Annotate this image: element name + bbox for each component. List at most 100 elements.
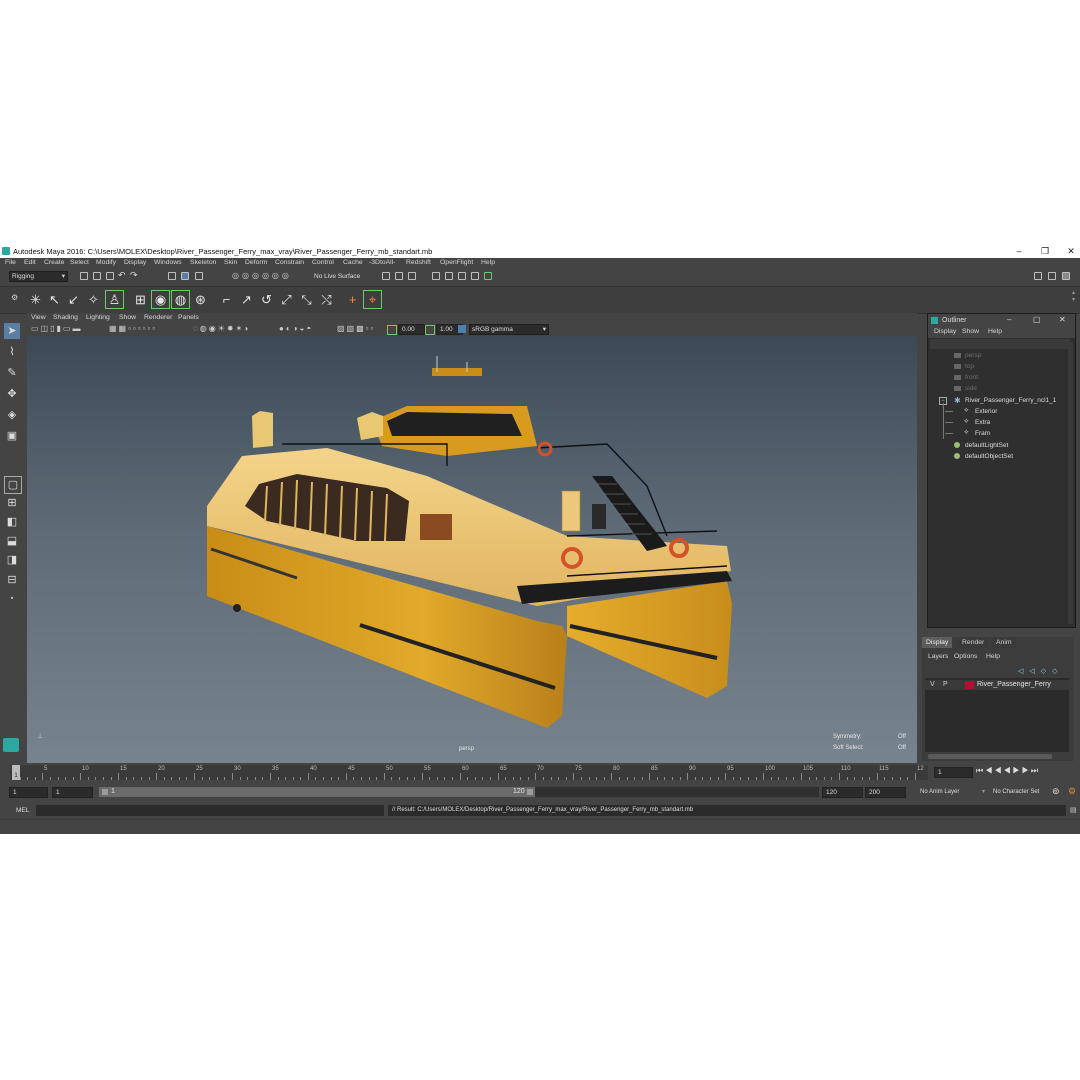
menu-edit[interactable]: Edit xyxy=(24,259,36,266)
menu-skin[interactable]: Skin xyxy=(224,259,237,266)
open-scene-icon[interactable] xyxy=(93,272,101,280)
shelf-scroll-icon[interactable]: ▴ ▾ xyxy=(1072,289,1075,303)
color-management-icon[interactable] xyxy=(458,325,466,333)
smooth-bind-icon[interactable]: ◉ xyxy=(151,290,170,309)
current-frame-marker[interactable]: 1 xyxy=(12,765,20,780)
layer-row[interactable]: V P River_Passenger_Ferry xyxy=(925,680,1069,690)
cluster-icon[interactable]: ⌖ xyxy=(363,290,382,309)
scale-constraint-icon[interactable]: ⤢ xyxy=(278,291,295,308)
outliner-menu-help[interactable]: Help xyxy=(988,328,1002,335)
time-slider[interactable]: 1510152025303540455055606570758085909510… xyxy=(10,765,928,780)
range-slider-track[interactable]: 1 120 xyxy=(99,787,819,797)
layer-menu-options[interactable]: Options xyxy=(954,653,977,660)
menu-deform[interactable]: Deform xyxy=(245,259,267,266)
menu-redshift[interactable]: Redshift xyxy=(406,259,431,266)
undo-icon[interactable]: ↶ xyxy=(118,270,126,281)
vp-menu-panels[interactable]: Panels xyxy=(178,314,199,321)
pole-vector-constraint-icon[interactable]: ⤭ xyxy=(318,291,335,308)
select-object-icon[interactable] xyxy=(181,272,189,280)
outliner-close-button[interactable]: ✕ xyxy=(1059,315,1066,324)
gear-icon[interactable]: ⚙ xyxy=(11,293,18,302)
color-space-dropdown[interactable]: sRGB gamma ▾ xyxy=(469,324,549,335)
layout-persp-graph-icon[interactable]: ⬓ xyxy=(4,533,20,549)
select-hierarchy-icon[interactable] xyxy=(168,272,176,280)
viewport-3d[interactable]: persp Symmetry: Off Soft Select: Off ⊥ xyxy=(27,336,917,763)
current-time-field[interactable]: 1 xyxy=(934,767,973,778)
vp-menu-shading[interactable]: Shading xyxy=(53,314,78,321)
rotate-tool-icon[interactable]: ◈ xyxy=(4,407,20,423)
outliner-maximize-button[interactable]: ▢ xyxy=(1033,315,1041,324)
auto-key-icon[interactable]: ⊚ xyxy=(1052,786,1060,797)
exposure-field[interactable]: 0.00 xyxy=(398,324,425,335)
outliner-menu-display[interactable]: Display xyxy=(934,328,956,335)
layout-more-icon[interactable]: ▪ xyxy=(4,591,20,607)
character-set-dropdown[interactable]: No Character Set xyxy=(993,789,1039,795)
menu-help[interactable]: Help xyxy=(481,259,495,266)
locator-icon[interactable]: + xyxy=(344,291,361,308)
layout-outliner-icon[interactable]: ⊟ xyxy=(4,572,20,588)
layer-horizontal-scrollbar[interactable] xyxy=(928,754,1052,759)
render-view-icon[interactable] xyxy=(382,272,390,280)
tool-settings-toggle-icon[interactable] xyxy=(1048,272,1056,280)
bind-skin-icon[interactable]: ⊞ xyxy=(132,291,149,308)
point-constraint-icon[interactable]: ⌐ xyxy=(218,291,235,308)
channel-box-toggle-icon[interactable] xyxy=(1062,272,1070,280)
anim-layer-dropdown[interactable]: No Anim Layer xyxy=(920,789,959,795)
menu-constrain[interactable]: Constrain xyxy=(275,259,304,266)
select-tool-icon[interactable]: ➤ xyxy=(4,323,20,339)
command-input[interactable] xyxy=(36,805,384,816)
camera-tools-icons[interactable]: ▭◫▯▮▭▬ xyxy=(31,324,82,333)
render-current-icon[interactable] xyxy=(395,272,403,280)
menu-modify[interactable]: Modify xyxy=(96,259,116,266)
viewport-effects-icons[interactable]: ●◐◑◒◓ xyxy=(279,324,313,333)
grid-display-icons[interactable]: ▦▦▫▫▫▫▫▫ xyxy=(109,324,157,333)
layout-persp-outliner-icon[interactable]: ◧ xyxy=(4,514,20,530)
layer-color-swatch[interactable] xyxy=(965,681,974,689)
paint-weights-icon[interactable]: ⊛ xyxy=(192,291,209,308)
maximize-button[interactable]: ❐ xyxy=(1038,245,1052,257)
close-button[interactable]: ✕ xyxy=(1064,245,1078,257)
range-handle-grip[interactable] xyxy=(527,789,533,795)
redshift-render-icon[interactable] xyxy=(484,272,492,280)
aim-constraint-icon[interactable]: ↗ xyxy=(238,291,255,308)
menu-skeleton[interactable]: Skeleton xyxy=(190,259,216,266)
range-handle-grip[interactable] xyxy=(102,789,108,795)
menu-windows[interactable]: Windows xyxy=(154,259,182,266)
vp-menu-view[interactable]: View xyxy=(31,314,46,321)
snap-icons[interactable]: ◎◎◎◎◎◎ xyxy=(232,271,292,280)
layer-action-icons[interactable]: ◁◁◇◇ xyxy=(1018,667,1064,675)
tab-anim[interactable]: Anim xyxy=(992,637,1016,648)
exposure-icon[interactable] xyxy=(387,325,397,335)
attribute-editor-toggle-icon[interactable] xyxy=(1034,272,1042,280)
layer-menu-layers[interactable]: Layers xyxy=(928,653,948,660)
joint-tool-icon[interactable]: ✳ xyxy=(27,291,44,308)
script-editor-icon[interactable]: ▤ xyxy=(1070,806,1077,814)
menu-create[interactable]: Create xyxy=(44,259,64,266)
interactive-bind-icon[interactable]: ◍ xyxy=(171,290,190,309)
lasso-tool-icon[interactable]: ⌇ xyxy=(4,344,20,360)
layer-visibility-toggle[interactable]: V xyxy=(930,681,935,688)
ik-handle-icon[interactable]: ↖ xyxy=(46,291,63,308)
hypershade-icon[interactable] xyxy=(445,272,453,280)
parent-constraint-icon[interactable]: ⤡ xyxy=(298,291,315,308)
ik-spline-icon[interactable]: ↙ xyxy=(65,291,82,308)
outliner-menu-show[interactable]: Show xyxy=(962,328,979,335)
tab-display[interactable]: Display xyxy=(922,637,953,648)
playback-start-field[interactable]: 1 xyxy=(52,787,93,798)
humanik-icon[interactable]: ♙ xyxy=(105,290,124,309)
insert-joint-icon[interactable]: ✧ xyxy=(85,291,102,308)
light-editor-icon[interactable] xyxy=(471,272,479,280)
minimize-button[interactable]: – xyxy=(1012,245,1026,257)
isolate-xray-icons[interactable]: ▨▧▩▫▫ xyxy=(337,324,375,333)
vp-menu-show[interactable]: Show xyxy=(119,314,136,321)
move-tool-icon[interactable]: ✥ xyxy=(4,386,20,402)
animation-end-field[interactable]: 200 xyxy=(865,787,906,798)
menu-select[interactable]: Select xyxy=(70,259,89,266)
tab-render[interactable]: Render xyxy=(958,637,989,648)
paint-select-icon[interactable]: ✎ xyxy=(4,365,20,381)
four-view-icon[interactable]: ⊞ xyxy=(4,495,20,511)
layout-hypershade-icon[interactable]: ◨ xyxy=(4,552,20,568)
select-component-icon[interactable] xyxy=(195,272,203,280)
menuset-dropdown[interactable]: Rigging ▾ xyxy=(9,271,68,282)
menu-3dtoall[interactable]: -3DtoAll- xyxy=(369,259,395,266)
